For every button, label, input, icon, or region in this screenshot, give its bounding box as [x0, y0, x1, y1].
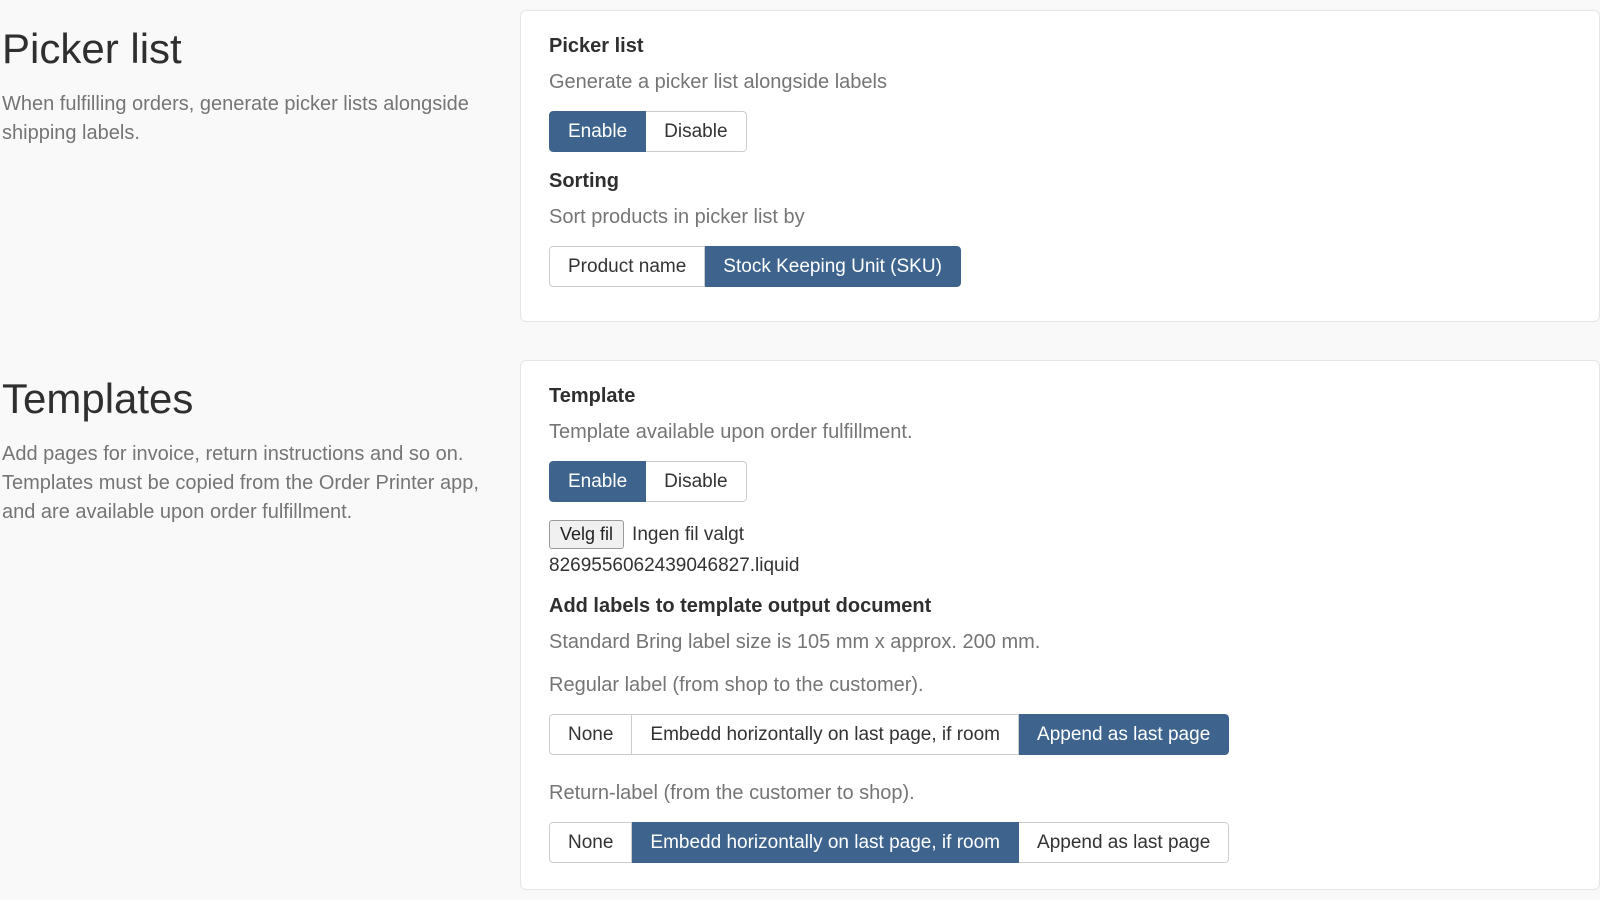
- picker-list-heading: Picker list: [2, 26, 496, 72]
- template-enable-button[interactable]: Enable: [549, 461, 646, 502]
- template-card-heading: Template: [549, 385, 1571, 408]
- picker-list-card-subtext: Generate a picker list alongside labels: [549, 68, 1571, 97]
- picker-list-card: Picker list Generate a picker list along…: [520, 10, 1600, 322]
- picker-list-card-heading: Picker list: [549, 35, 1571, 58]
- template-toggle-group: Enable Disable: [549, 461, 747, 502]
- sorting-subtext: Sort products in picker list by: [549, 203, 1571, 232]
- template-disable-button[interactable]: Disable: [646, 461, 746, 502]
- regular-none-button[interactable]: None: [549, 714, 632, 755]
- file-name-text: 8269556062439046827.liquid: [549, 555, 1571, 577]
- template-card-subtext: Template available upon order fulfillmen…: [549, 418, 1571, 447]
- sorting-heading: Sorting: [549, 170, 1571, 193]
- regular-label-group: None Embedd horizontally on last page, i…: [549, 714, 1229, 755]
- return-label-group: None Embedd horizontally on last page, i…: [549, 822, 1229, 863]
- picker-list-right: Picker list Generate a picker list along…: [520, 0, 1600, 322]
- picker-list-toggle-group: Enable Disable: [549, 111, 747, 152]
- file-input-row: Velg fil Ingen fil valgt: [549, 520, 1571, 549]
- templates-right: Template Template available upon order f…: [520, 350, 1600, 890]
- return-label-subtext: Return-label (from the customer to shop)…: [549, 779, 1571, 808]
- templates-intro: Templates Add pages for invoice, return …: [0, 350, 520, 527]
- templates-card: Template Template available upon order f…: [520, 360, 1600, 890]
- sort-product-name-button[interactable]: Product name: [549, 246, 705, 287]
- templates-description: Add pages for invoice, return instructio…: [2, 440, 482, 527]
- regular-embed-button[interactable]: Embedd horizontally on last page, if roo…: [632, 714, 1019, 755]
- picker-enable-button[interactable]: Enable: [549, 111, 646, 152]
- return-append-button[interactable]: Append as last page: [1019, 822, 1229, 863]
- file-status-text: Ingen fil valgt: [632, 524, 744, 546]
- sort-sku-button[interactable]: Stock Keeping Unit (SKU): [705, 246, 961, 287]
- picker-list-description: When fulfilling orders, generate picker …: [2, 90, 482, 148]
- sorting-toggle-group: Product name Stock Keeping Unit (SKU): [549, 246, 961, 287]
- return-none-button[interactable]: None: [549, 822, 632, 863]
- picker-disable-button[interactable]: Disable: [646, 111, 746, 152]
- section-picker-list: Picker list When fulfilling orders, gene…: [0, 0, 1600, 322]
- labels-size-subtext: Standard Bring label size is 105 mm x ap…: [549, 628, 1571, 657]
- choose-file-button[interactable]: Velg fil: [549, 520, 624, 549]
- section-templates: Templates Add pages for invoice, return …: [0, 350, 1600, 890]
- labels-heading: Add labels to template output document: [549, 595, 1571, 618]
- templates-heading: Templates: [2, 376, 496, 422]
- regular-append-button[interactable]: Append as last page: [1019, 714, 1229, 755]
- return-embed-button[interactable]: Embedd horizontally on last page, if roo…: [632, 822, 1019, 863]
- regular-label-subtext: Regular label (from shop to the customer…: [549, 671, 1571, 700]
- picker-list-intro: Picker list When fulfilling orders, gene…: [0, 0, 520, 148]
